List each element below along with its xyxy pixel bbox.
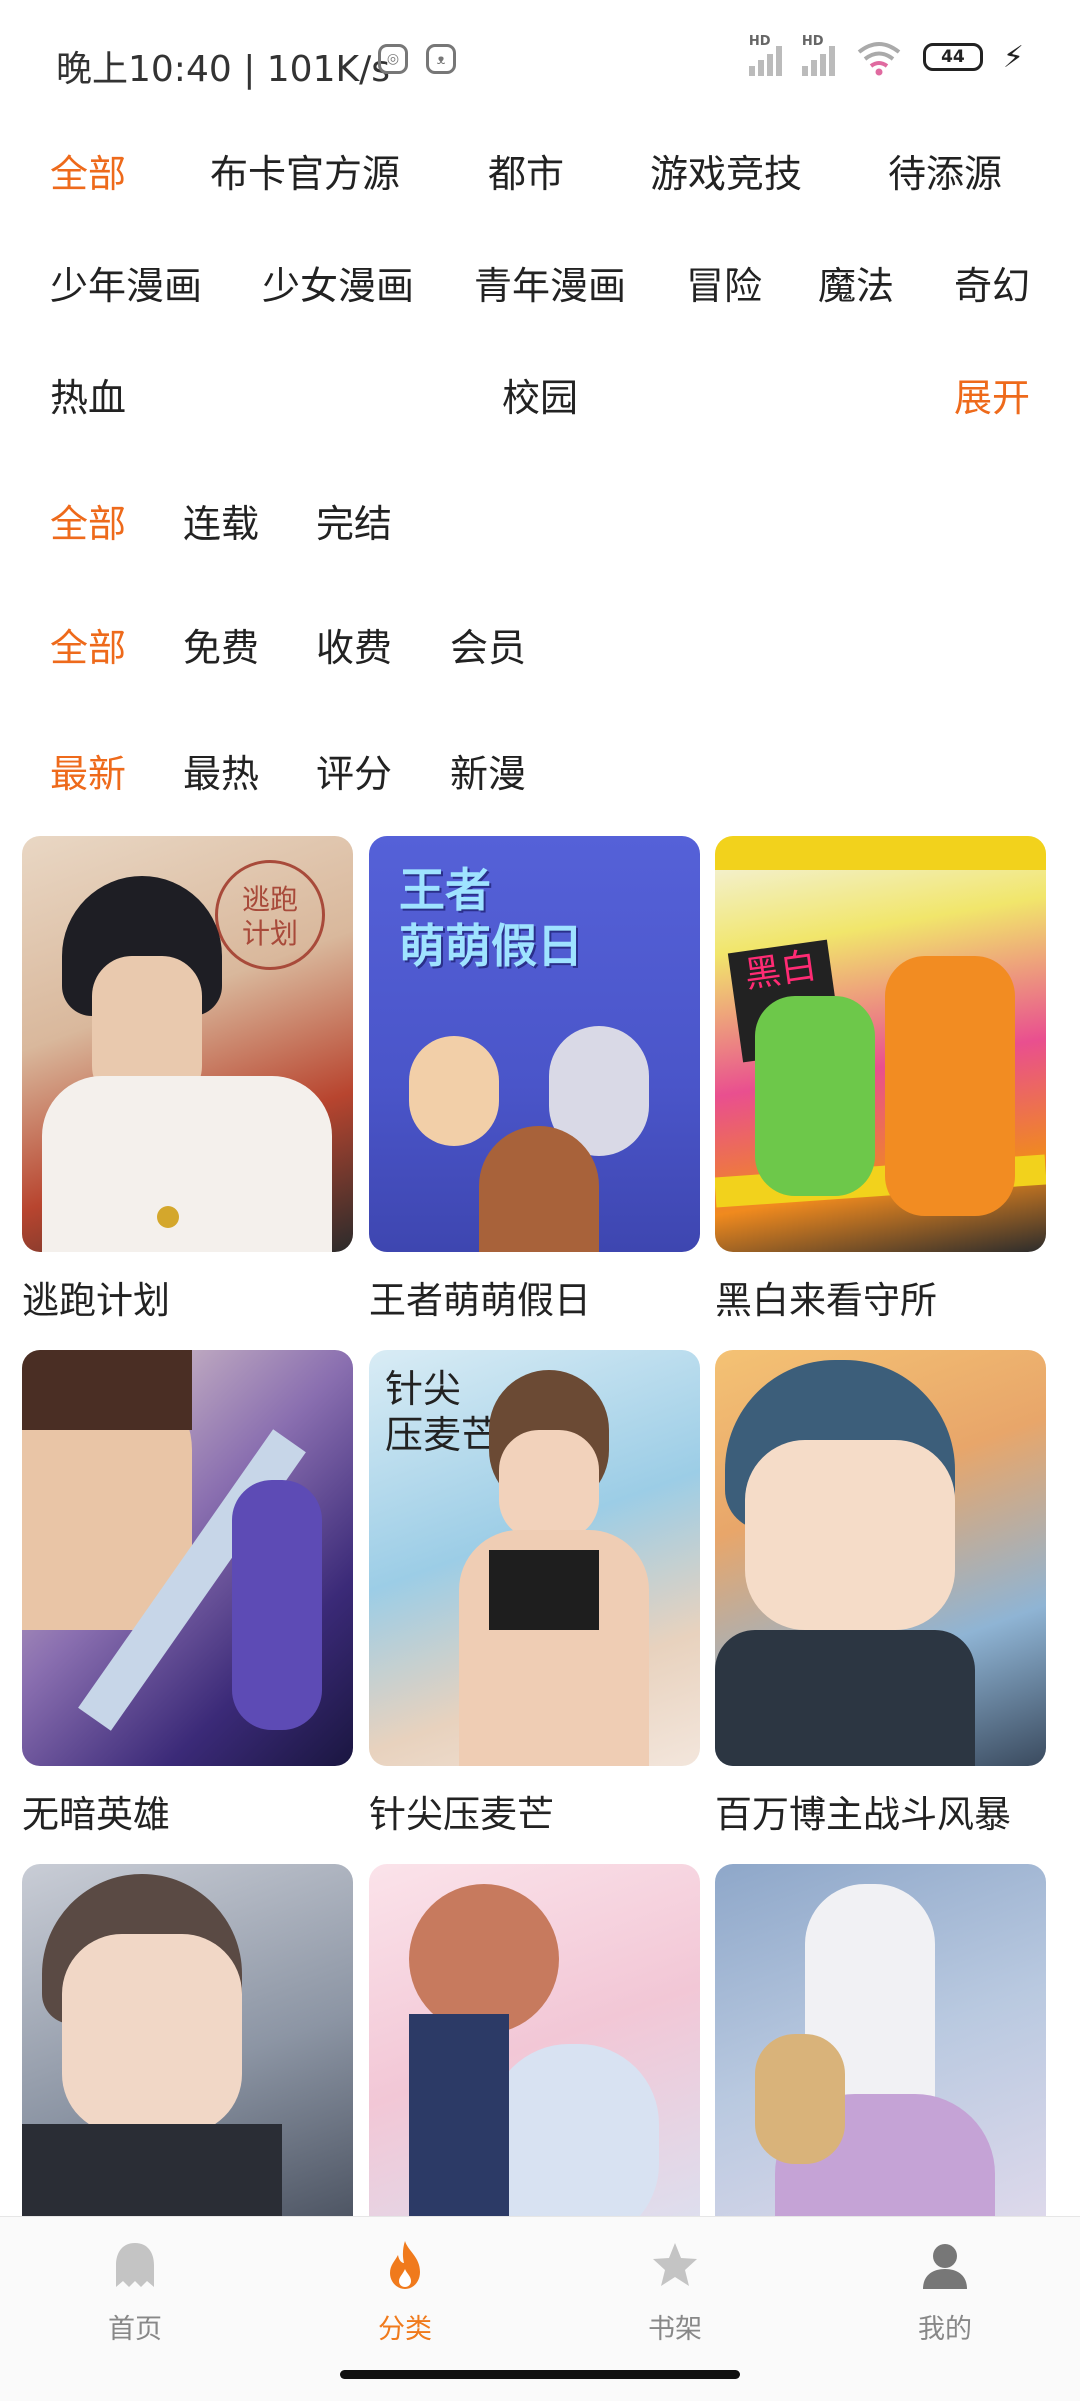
genre-urban[interactable]: 都市 <box>488 148 564 200</box>
genre-seinen[interactable]: 青年漫画 <box>474 260 626 312</box>
genre-adventure[interactable]: 冒险 <box>686 260 762 312</box>
comic-title: 逃跑计划 <box>22 1279 170 1322</box>
comic-card[interactable]: 黑白 來 黑白来看守所 <box>715 836 1046 1324</box>
cover-title-art: 针尖 压麦芒 <box>385 1367 500 1457</box>
home-indicator[interactable] <box>340 2370 740 2379</box>
ghost-icon <box>116 2243 154 2287</box>
comic-title: 无暗英雄 <box>22 1793 170 1836</box>
price-free[interactable]: 免费 <box>183 622 259 674</box>
status-completed[interactable]: 完结 <box>316 498 392 550</box>
comic-card[interactable]: 百万博主战斗风暴 <box>715 1350 1046 1838</box>
charging-icon: ⚡ <box>1002 39 1024 75</box>
battery-icon: 44 <box>922 43 983 71</box>
nav-category-label: 分类 <box>378 2314 432 2345</box>
flame-icon <box>390 2241 420 2289</box>
comic-cover <box>715 1350 1046 1766</box>
person-icon <box>923 2244 967 2289</box>
price-member[interactable]: 会员 <box>450 622 526 674</box>
sort-rating[interactable]: 评分 <box>316 748 392 800</box>
comic-title: 针尖压麦芒 <box>369 1793 554 1836</box>
comic-cover: 黑白 來 <box>715 836 1046 1252</box>
nav-profile-label: 我的 <box>918 2314 972 2345</box>
cover-title-seal: 逃跑 计划 <box>215 860 325 970</box>
nav-home-label: 首页 <box>108 2314 162 2345</box>
app-notification-icon: ◎ <box>378 44 408 74</box>
nav-bookshelf[interactable]: 书架 <box>595 2239 755 2346</box>
sort-latest[interactable]: 最新 <box>50 748 126 800</box>
status-filter-row: 全部 连载 完结 <box>0 490 1080 560</box>
genre-hot-blooded[interactable]: 热血 <box>50 372 126 424</box>
genre-fantasy[interactable]: 奇幻 <box>954 260 1030 312</box>
status-right: HD HD 44 ⚡ <box>748 34 1024 76</box>
genre-shoujo[interactable]: 少女漫画 <box>262 260 414 312</box>
comic-cover: 王者 萌萌假日 <box>369 836 700 1252</box>
comic-card[interactable]: 针尖 压麦芒 针尖压麦芒 <box>369 1350 700 1838</box>
genre-filter-row-1: 全部 布卡官方源 都市 游戏竞技 待添源 <box>0 140 1080 210</box>
status-time: 晚上10:40 | 101K/s <box>56 49 390 90</box>
genre-shonen[interactable]: 少年漫画 <box>50 260 202 312</box>
genre-filter-row-3: 热血 校园 展开 <box>0 364 1080 434</box>
comic-title: 王者萌萌假日 <box>369 1279 591 1322</box>
star-icon <box>653 2243 697 2286</box>
comic-title: 黑白来看守所 <box>715 1279 937 1322</box>
nav-bookshelf-label: 书架 <box>648 2314 702 2345</box>
genre-all[interactable]: 全部 <box>50 148 126 200</box>
wifi-icon <box>857 42 901 76</box>
comic-cover: 逃跑 计划 <box>22 836 353 1252</box>
genre-pending-source[interactable]: 待添源 <box>888 148 1002 200</box>
comic-cover: 针尖 压麦芒 <box>369 1350 700 1766</box>
sort-hottest[interactable]: 最热 <box>183 748 259 800</box>
price-paid[interactable]: 收费 <box>316 622 392 674</box>
genre-campus[interactable]: 校园 <box>502 372 578 424</box>
comic-card[interactable]: 逃跑 计划 逃跑计划 <box>22 836 353 1324</box>
comic-cover <box>22 1350 353 1766</box>
genre-filter-row-2: 少年漫画 少女漫画 青年漫画 冒险 魔法 奇幻 <box>0 252 1080 322</box>
cat-notification-icon: ᴥ <box>426 44 456 74</box>
nav-profile[interactable]: 我的 <box>865 2239 1025 2346</box>
price-filter-row: 全部 免费 收费 会员 <box>0 614 1080 684</box>
status-bar: 晚上10:40 | 101K/s ◎ ᴥ HD HD 44 ⚡ <box>0 0 1080 126</box>
genre-magic[interactable]: 魔法 <box>818 260 894 312</box>
comic-card[interactable]: 王者 萌萌假日 王者萌萌假日 <box>369 836 700 1324</box>
expand-button[interactable]: 展开 <box>954 372 1030 424</box>
comic-card[interactable]: 无暗英雄 <box>22 1350 353 1838</box>
status-all[interactable]: 全部 <box>50 498 126 550</box>
cover-title-art: 王者 萌萌假日 <box>399 863 583 973</box>
signal-icon-2: HD <box>801 34 835 76</box>
notification-icons: ◎ ᴥ <box>378 44 456 74</box>
nav-home[interactable]: 首页 <box>55 2239 215 2346</box>
genre-buka-official[interactable]: 布卡官方源 <box>210 148 400 200</box>
sort-new[interactable]: 新漫 <box>450 748 526 800</box>
signal-icon: HD <box>748 34 782 76</box>
genre-gaming[interactable]: 游戏竞技 <box>650 148 802 200</box>
comic-title: 百万博主战斗风暴 <box>715 1793 1011 1836</box>
sort-filter-row: 最新 最热 评分 新漫 <box>0 740 1080 810</box>
nav-category[interactable]: 分类 <box>325 2239 485 2346</box>
status-ongoing[interactable]: 连载 <box>183 498 259 550</box>
price-all[interactable]: 全部 <box>50 622 126 674</box>
